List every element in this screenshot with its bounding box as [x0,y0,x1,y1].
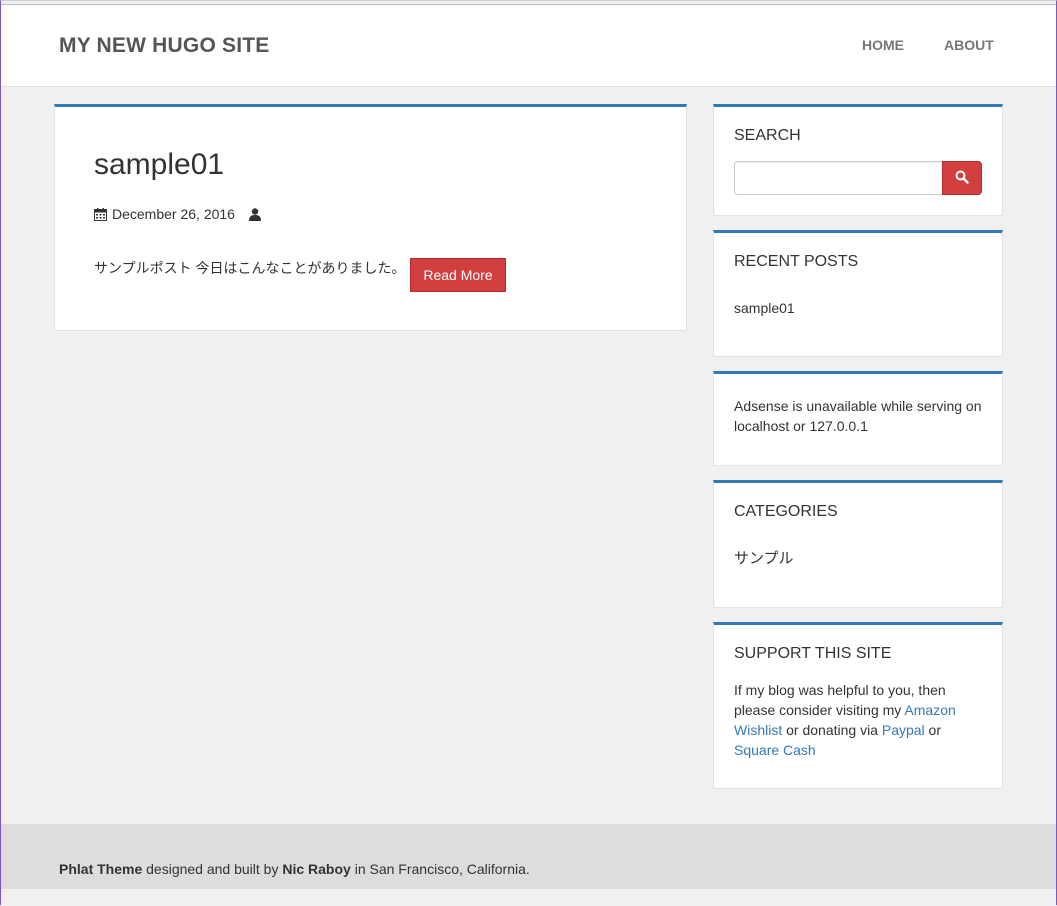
post-date: December 26, 2016 [112,206,235,222]
nav-about-link[interactable]: ABOUT [944,37,994,53]
categories-title: CATEGORIES [734,503,838,520]
recent-posts-widget: RECENT POSTS sample01 [713,230,1003,357]
search-widget: SEARCH [713,104,1003,216]
post-title[interactable]: sample01 [94,148,224,182]
footer-text: Phlat Theme designed and built by Nic Ra… [59,861,530,877]
post-excerpt: サンプルポスト 今日はこんなことがありました。 [94,260,406,276]
search-widget-title: SEARCH [734,127,801,144]
site-header: MY NEW HUGO SITE HOME ABOUT [1,4,1056,87]
author-name: Nic Raboy [282,861,351,877]
read-more-button[interactable]: Read More [410,258,506,292]
site-footer: Phlat Theme designed and built by Nic Ra… [1,824,1056,889]
recent-post-link[interactable]: sample01 [734,298,795,318]
post-meta: December 26, 2016 [94,206,261,222]
support-title: SUPPORT THIS SITE [734,645,892,662]
user-icon [248,207,261,221]
post-card: sample01 December 26, 2016 サンプルポスト 今日はこん… [54,104,687,331]
support-text-2: or donating via [782,722,882,738]
square-cash-link[interactable]: Square Cash [734,742,816,758]
paypal-link[interactable]: Paypal [882,722,925,738]
search-input[interactable] [734,161,943,195]
calendar-icon [94,207,107,221]
categories-widget: CATEGORIES サンプル [713,480,1003,608]
search-button[interactable] [942,161,982,195]
adsense-widget: Adsense is unavailable while serving on … [713,371,1003,466]
nav-home-link[interactable]: HOME [862,37,904,53]
site-title-link[interactable]: MY NEW HUGO SITE [59,34,270,58]
adsense-message: Adsense is unavailable while serving on … [734,398,982,434]
support-text: If my blog was helpful to you, then plea… [734,680,989,760]
support-text-3: or [924,722,942,738]
support-widget: SUPPORT THIS SITE If my blog was helpful… [713,622,1003,789]
footer-text-1: designed and built by [142,861,283,877]
theme-name: Phlat Theme [59,861,143,877]
search-icon [955,170,969,187]
footer-text-2: in San Francisco, California. [350,861,530,877]
recent-posts-title: RECENT POSTS [734,253,859,270]
category-link[interactable]: サンプル [734,549,794,569]
